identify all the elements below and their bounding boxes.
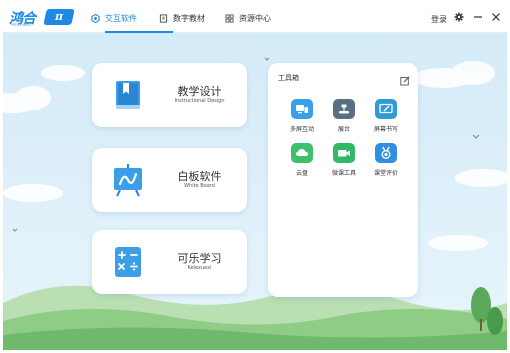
tool-label: 微课工具 xyxy=(331,170,356,177)
calculator-icon xyxy=(110,244,146,280)
grid-icon xyxy=(225,13,234,23)
close-icon[interactable] xyxy=(490,11,502,23)
background-scenery xyxy=(3,33,507,350)
teaching-design-book-icon xyxy=(110,77,146,113)
tool-booth[interactable]: 展台 xyxy=(324,99,364,139)
toolbox-panel: 工具箱 多屏互动 展台 屏幕书写 云盘 微课工具 课堂评价 xyxy=(268,63,418,297)
kelexuexi-card[interactable]: 可乐学习 Kelexuexi xyxy=(92,230,247,294)
tool-label: 屏幕书写 xyxy=(373,126,398,133)
tool-cloud-drive[interactable]: 云盘 xyxy=(282,143,322,183)
hexagon-icon xyxy=(91,13,100,23)
tab-label: 数字教材 xyxy=(173,13,205,23)
card-subtitle: White Board xyxy=(184,183,215,189)
card-title: 教学设计 xyxy=(177,85,222,98)
card-title: 白板软件 xyxy=(177,170,222,183)
logo-subtext: HiteVision xyxy=(11,22,32,27)
logo-badge: π xyxy=(43,9,75,25)
tool-label: 课堂评价 xyxy=(373,170,398,177)
tab-digital-textbook[interactable]: 数字教材 xyxy=(159,3,229,33)
gear-icon[interactable] xyxy=(453,11,465,23)
cloud-icon xyxy=(291,143,313,163)
tab-label: 资源中心 xyxy=(239,13,271,23)
card-subtitle: Kelexuexi xyxy=(187,265,212,271)
tool-multi-screen[interactable]: 多屏互动 xyxy=(282,99,322,139)
toolbox-title: 工具箱 xyxy=(278,74,299,82)
instructional-design-card[interactable]: 教学设计 Instructional Design xyxy=(92,63,247,127)
booth-camera-icon xyxy=(333,99,355,119)
tool-label: 多屏互动 xyxy=(289,126,314,133)
card-subtitle: Instructional Design xyxy=(174,98,225,104)
tool-micro-lesson[interactable]: 微课工具 xyxy=(324,143,364,183)
book-icon xyxy=(159,13,168,23)
whiteboard-card[interactable]: 白板软件 White Board xyxy=(92,148,247,212)
app-logo: 鸿合 HiteVision π xyxy=(9,7,75,29)
app-window: 鸿合 HiteVision π 交互软件 数字教材 资源中心 登录 教学设计 I… xyxy=(3,3,507,350)
tab-label: 交互软件 xyxy=(105,13,137,23)
tool-screen-write[interactable]: 屏幕书写 xyxy=(366,99,406,139)
tool-class-evaluation[interactable]: 课堂评价 xyxy=(366,143,406,183)
card-title: 可乐学习 xyxy=(177,252,222,265)
screen-write-icon xyxy=(375,99,397,119)
tab-resource-center[interactable]: 资源中心 xyxy=(225,3,295,33)
tool-label: 展台 xyxy=(337,126,350,133)
video-camera-icon xyxy=(333,143,355,163)
whiteboard-easel-icon xyxy=(110,162,146,198)
tool-label: 云盘 xyxy=(295,170,308,177)
medal-icon xyxy=(375,143,397,163)
edit-icon[interactable] xyxy=(400,71,410,86)
minimize-icon[interactable] xyxy=(472,11,484,23)
multi-screen-icon xyxy=(291,99,313,119)
title-bar: 鸿合 HiteVision π 交互软件 数字教材 资源中心 登录 xyxy=(3,3,507,33)
login-button[interactable]: 登录 xyxy=(431,14,447,25)
